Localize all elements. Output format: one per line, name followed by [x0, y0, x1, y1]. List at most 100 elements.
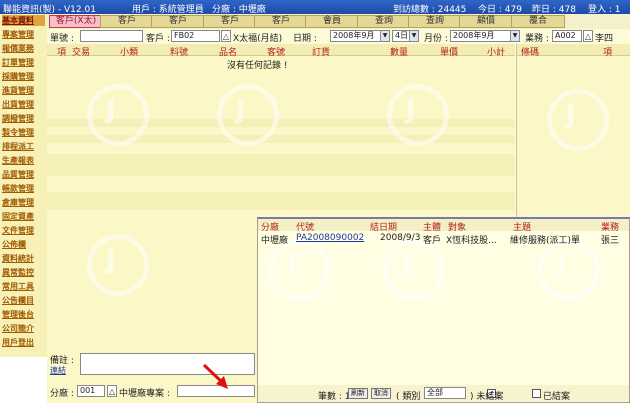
order-no-label: 單號 :: [50, 34, 74, 44]
related-records-popup: J J J 分廠 代號 結日期 主體 對象 主題 業務 中壢廠 PA200809…: [257, 217, 630, 403]
sidebar-item-production[interactable]: 生產報表: [2, 155, 45, 166]
watermark-logo: J: [87, 84, 149, 146]
row-code-link[interactable]: PA2008090002: [296, 233, 364, 243]
sidebar-item-bulletin[interactable]: 公佈欄: [2, 239, 45, 250]
sidebar-item-receiving[interactable]: 進貨管理: [2, 85, 45, 96]
col-order: 訂貨: [312, 48, 331, 58]
top-tab-bar: 客戶(X太) 客戶 客戶 客戶 客戶 會員 查詢 查詢 顧價 覆合: [0, 14, 630, 29]
table-row[interactable]: 中壢廠 PA2008090002 2008/9/3 客戶 X恆科技股... 維修…: [258, 232, 629, 246]
col-item: 項: [57, 48, 67, 58]
sidebar-item-transfer[interactable]: 調撥管理: [2, 113, 45, 124]
tab-query-2[interactable]: 查詢: [408, 15, 462, 28]
row-branch: 中壢廠: [261, 236, 289, 246]
sidebar-item-basic-data[interactable]: 基本資料: [2, 15, 45, 26]
customer-code-input[interactable]: FB02: [171, 30, 220, 42]
sidebar-item-work-orders[interactable]: 製令管理: [2, 127, 45, 138]
watermark-logo: J: [547, 89, 609, 151]
year-month-select[interactable]: 2008年9月 ▼: [330, 30, 390, 42]
title-bar: 聯能資訊(製) - V12.01 用戶 : 系統管理員 分廠 : 中壢廠 到訪總…: [0, 0, 630, 15]
tab-customer-5[interactable]: 客戶: [254, 15, 308, 28]
grid-header: 項 交易 小類 料號 品名 客號 訂貨 數量 單價 小計: [47, 44, 515, 58]
chevron-down-icon: ▼: [510, 31, 519, 41]
filter-bar: 單號 : 客戶 : FB02 △ X太福(月結) 日期 : 2008年9月 ▼ 4…: [47, 29, 630, 44]
sales-label: 業務 :: [525, 34, 549, 44]
tab-query-1[interactable]: 查詢: [357, 15, 411, 28]
row-sales: 張三: [601, 236, 620, 246]
sales-lookup-icon[interactable]: △: [583, 30, 593, 42]
red-arrow-icon: [202, 363, 228, 389]
row-band: [47, 154, 515, 176]
tab-customer-active[interactable]: 客戶(X太): [49, 15, 103, 28]
order-no-input[interactable]: [80, 30, 143, 42]
sidebar-item-scheduling[interactable]: 排程派工: [2, 141, 45, 152]
date-label: 日期 :: [293, 34, 317, 44]
type-select[interactable]: 全部: [424, 387, 466, 399]
sidebar: 基本資料 專案管理 報價業務 訂單管理 採購管理 進貨管理 出貨管理 調撥管理 …: [0, 14, 47, 357]
watermark-logo: J: [538, 239, 600, 301]
closed-label: 已結案: [543, 392, 571, 402]
col-customer-no: 客號: [267, 48, 286, 58]
sidebar-item-admin[interactable]: 管理後台: [2, 309, 45, 320]
sidebar-item-quotes[interactable]: 報價業務: [2, 43, 45, 54]
sidebar-item-documents[interactable]: 文件管理: [2, 225, 45, 236]
period-select[interactable]: 2008年9月 ▼: [450, 30, 520, 42]
col-subtotal: 小計: [487, 48, 506, 58]
day-select[interactable]: 4日 ▼: [392, 30, 419, 42]
sidebar-item-assets[interactable]: 固定資產: [2, 211, 45, 222]
sidebar-item-accounts[interactable]: 帳款管理: [2, 183, 45, 194]
col-product-name: 品名: [219, 48, 238, 58]
watermark-logo: J: [217, 84, 279, 146]
customer-name: X太福(月結): [233, 34, 283, 44]
sales-name: 李四: [595, 34, 614, 44]
sidebar-item-company[interactable]: 公司簡介: [2, 323, 45, 334]
tab-member[interactable]: 會員: [305, 15, 359, 28]
sidebar-item-exceptions[interactable]: 異常監控: [2, 267, 45, 278]
chevron-down-icon: ▼: [409, 31, 418, 41]
open-label: ) 未結案: [470, 392, 504, 402]
sidebar-item-shipping[interactable]: 出貨管理: [2, 99, 45, 110]
tab-customer-4[interactable]: 客戶: [203, 15, 257, 28]
customer-lookup-icon[interactable]: △: [221, 30, 231, 42]
row-topic: 維修服務(派工)單: [510, 236, 581, 246]
sidebar-item-tools[interactable]: 常用工具: [2, 281, 45, 292]
popup-header: 分廠 代號 結日期 主體 對象 主題 業務: [258, 219, 629, 233]
tab-price[interactable]: 顧價: [459, 15, 513, 28]
customer-label: 客戶 :: [146, 34, 170, 44]
watermark-logo: J: [268, 239, 330, 301]
note-link[interactable]: 連結: [50, 365, 66, 376]
col-barcode: 條碼: [521, 48, 540, 58]
cancel-button[interactable]: 取消: [371, 388, 391, 399]
sidebar-item-statistics[interactable]: 資料統計: [2, 253, 45, 264]
sidebar-item-projects[interactable]: 專案管理: [2, 29, 45, 40]
closed-checkbox[interactable]: [532, 389, 541, 398]
type-label: ( 類別: [396, 392, 421, 402]
empty-message: 沒有任何記錄 !: [227, 61, 288, 71]
refresh-button[interactable]: 刷新: [348, 388, 368, 399]
watermark-logo: J: [87, 234, 149, 296]
branch-project-label: 中壢廠專案 :: [119, 389, 170, 399]
sidebar-item-quality[interactable]: 品質管理: [2, 169, 45, 180]
row-target: X恆科技股...: [446, 236, 497, 246]
branch-code-input[interactable]: 001: [77, 385, 105, 397]
chevron-down-icon: ▼: [380, 31, 389, 41]
sidebar-item-purchasing[interactable]: 採購管理: [2, 71, 45, 82]
sidebar-item-warehouse[interactable]: 倉庫管理: [2, 197, 45, 208]
barcode-header: 條碼 項: [517, 44, 630, 58]
tab-customer-2[interactable]: 客戶: [100, 15, 154, 28]
col-part-no: 料號: [170, 48, 189, 58]
sales-code-input[interactable]: A002: [552, 30, 582, 42]
watermark-logo: J: [387, 84, 449, 146]
sidebar-item-orders[interactable]: 訂單管理: [2, 57, 45, 68]
period-label: 月份 :: [424, 34, 448, 44]
col-quantity: 數量: [390, 48, 409, 58]
col-subclass: 小類: [120, 48, 139, 58]
tab-customer-3[interactable]: 客戶: [151, 15, 205, 28]
sidebar-item-logout[interactable]: 用戶登出: [2, 337, 45, 348]
branch-lookup-icon[interactable]: △: [107, 385, 117, 397]
popup-footer: 筆數 : 1 刷新 取消 ( 類別 全部 ✓ ) 未結案 已結案: [258, 385, 629, 402]
branch-label: 分廠 :: [50, 389, 74, 399]
col-item: 項: [603, 48, 613, 58]
tab-review[interactable]: 覆合: [511, 15, 565, 28]
sidebar-item-announcements[interactable]: 公告欄目: [2, 295, 45, 306]
row-band: [47, 192, 515, 210]
